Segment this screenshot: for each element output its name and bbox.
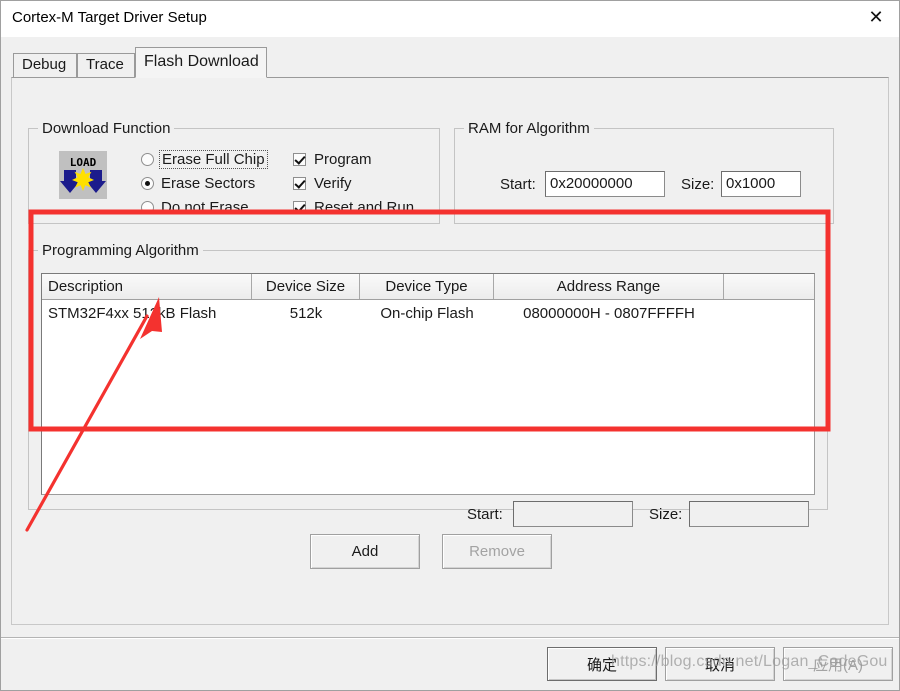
radio-erase-sectors-indicator bbox=[141, 177, 154, 190]
column-header-device-type[interactable]: Device Type bbox=[360, 274, 494, 299]
checkbox-program[interactable]: Program bbox=[293, 151, 372, 168]
tab-trace-label: Trace bbox=[86, 56, 124, 73]
ram-for-algorithm-group: RAM for Algorithm Start: 0x20000000 Size… bbox=[454, 120, 834, 224]
svg-text:LOAD: LOAD bbox=[70, 156, 97, 169]
download-function-group: Download Function LOAD Erase Full Chip E… bbox=[28, 120, 440, 224]
ram-size-input[interactable]: 0x1000 bbox=[721, 171, 801, 197]
column-header-address-range[interactable]: Address Range bbox=[494, 274, 724, 299]
tab-trace[interactable]: Trace bbox=[77, 53, 135, 77]
tab-flash-download[interactable]: Flash Download bbox=[135, 47, 267, 78]
flash-download-panel: Download Function LOAD Erase Full Chip E… bbox=[11, 77, 889, 625]
checkbox-verify-indicator bbox=[293, 177, 306, 190]
tab-debug-label: Debug bbox=[22, 56, 67, 73]
close-button[interactable]: ✕ bbox=[853, 1, 899, 35]
ram-start-label: Start: bbox=[500, 176, 536, 193]
ram-start-input[interactable]: 0x20000000 bbox=[545, 171, 665, 197]
radio-erase-sectors-label: Erase Sectors bbox=[161, 175, 256, 192]
ok-button[interactable]: 确定 bbox=[547, 647, 657, 681]
table-row[interactable]: STM32F4xx 512kB Flash 512k On-chip Flash… bbox=[42, 300, 814, 326]
ram-for-algorithm-title: RAM for Algorithm bbox=[464, 120, 594, 137]
algorithm-start-label: Start: bbox=[467, 506, 503, 523]
footer-separator bbox=[1, 637, 899, 639]
column-header-spacer[interactable] bbox=[724, 274, 814, 299]
radio-erase-full-chip-indicator bbox=[141, 153, 154, 166]
add-button[interactable]: Add bbox=[310, 534, 420, 569]
dialog-client-area: Debug Trace Flash Download Download Func… bbox=[1, 37, 899, 690]
algorithm-list[interactable]: Description Device Size Device Type Addr… bbox=[41, 273, 815, 495]
algorithm-size-label: Size: bbox=[649, 506, 683, 523]
column-header-device-size[interactable]: Device Size bbox=[252, 274, 360, 299]
programming-algorithm-title: Programming Algorithm bbox=[38, 242, 203, 259]
apply-button[interactable]: 应用(A) bbox=[783, 647, 893, 681]
column-header-description[interactable]: Description bbox=[42, 274, 252, 299]
tab-debug[interactable]: Debug bbox=[13, 53, 77, 77]
checkbox-verify-label: Verify bbox=[314, 175, 352, 192]
checkbox-program-indicator bbox=[293, 153, 306, 166]
checkbox-verify[interactable]: Verify bbox=[293, 175, 352, 192]
ram-size-label: Size: bbox=[681, 176, 715, 193]
radio-do-not-erase-indicator bbox=[141, 201, 154, 214]
checkbox-program-label: Program bbox=[314, 151, 372, 168]
algorithm-list-header: Description Device Size Device Type Addr… bbox=[42, 274, 814, 300]
programming-algorithm-group: Programming Algorithm Description Device… bbox=[28, 242, 828, 527]
cell-device-type: On-chip Flash bbox=[380, 304, 474, 322]
checkbox-reset-and-run-indicator bbox=[293, 201, 306, 214]
radio-do-not-erase[interactable]: Do not Erase bbox=[141, 199, 249, 216]
remove-button[interactable]: Remove bbox=[442, 534, 552, 569]
download-function-title: Download Function bbox=[38, 120, 175, 137]
tab-flash-download-label: Flash Download bbox=[144, 53, 259, 70]
radio-erase-sectors[interactable]: Erase Sectors bbox=[141, 175, 255, 192]
radio-erase-full-chip[interactable]: Erase Full Chip bbox=[141, 150, 268, 169]
load-icon: LOAD bbox=[59, 151, 107, 199]
radio-do-not-erase-label: Do not Erase bbox=[161, 199, 249, 216]
algorithm-size-input[interactable] bbox=[689, 501, 809, 527]
algorithm-start-input[interactable] bbox=[513, 501, 633, 527]
checkbox-reset-and-run[interactable]: Reset and Run bbox=[293, 199, 414, 216]
close-icon: ✕ bbox=[868, 7, 884, 28]
cancel-button[interactable]: 取消 bbox=[665, 647, 775, 681]
cell-description: STM32F4xx 512kB Flash bbox=[48, 304, 217, 322]
radio-erase-full-chip-label: Erase Full Chip bbox=[159, 150, 268, 169]
dialog-window: Cortex-M Target Driver Setup ✕ Debug Tra… bbox=[0, 0, 900, 691]
window-title: Cortex-M Target Driver Setup bbox=[12, 9, 207, 26]
cell-address-range: 08000000H - 0807FFFFH bbox=[523, 304, 695, 322]
title-bar: Cortex-M Target Driver Setup ✕ bbox=[1, 1, 899, 37]
checkbox-reset-and-run-label: Reset and Run bbox=[314, 199, 415, 216]
cell-device-size: 512k bbox=[289, 304, 323, 322]
